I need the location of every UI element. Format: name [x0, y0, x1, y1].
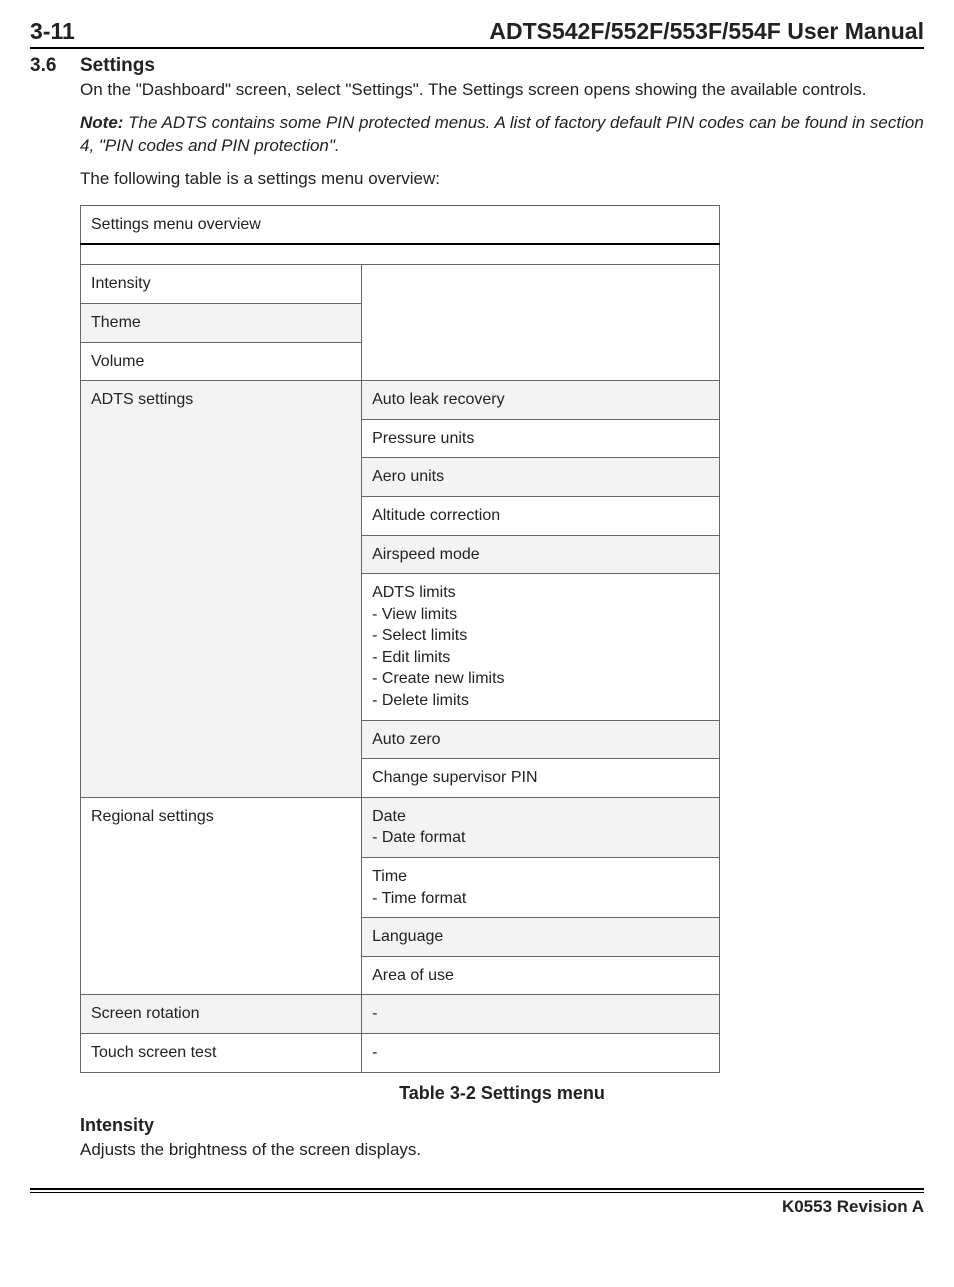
cell-touch-test: Touch screen test — [81, 1034, 362, 1073]
table-header: Settings menu overview — [81, 205, 720, 244]
date-line: - Date format — [372, 827, 709, 849]
time-line: Time — [372, 866, 709, 888]
cell-regional-settings: Regional settings — [81, 797, 362, 995]
cell-date: Date - Date format — [362, 797, 720, 857]
cell-area-of-use: Area of use — [362, 956, 720, 995]
page-header: 3-11 ADTS542F/552F/553F/554F User Manual — [30, 18, 924, 47]
lead-in-paragraph: The following table is a settings menu o… — [80, 168, 924, 191]
cell-change-pin: Change supervisor PIN — [362, 759, 720, 798]
cell-time: Time - Time format — [362, 858, 720, 918]
cell-adts-settings: ADTS settings — [81, 381, 362, 798]
limits-line: - Create new limits — [372, 668, 709, 690]
limits-line: - Select limits — [372, 625, 709, 647]
cell-theme: Theme — [81, 303, 362, 342]
limits-line: - Edit limits — [372, 647, 709, 669]
revision-text: K0553 Revision A — [30, 1197, 924, 1217]
cell-screen-rotation-val: - — [362, 995, 720, 1034]
section-heading: 3.6 Settings — [30, 55, 924, 77]
limits-line: ADTS limits — [372, 582, 709, 604]
limits-line: - View limits — [372, 604, 709, 626]
note-text: The ADTS contains some PIN protected men… — [80, 113, 924, 155]
cell-intensity: Intensity — [81, 265, 362, 304]
cell-airspeed-mode: Airspeed mode — [362, 535, 720, 574]
cell-adts-limits: ADTS limits - View limits - Select limit… — [362, 574, 720, 721]
settings-table: Settings menu overview Intensity Theme V… — [80, 205, 720, 1073]
date-line: Date — [372, 806, 709, 828]
cell-language: Language — [362, 918, 720, 957]
cell-auto-leak: Auto leak recovery — [362, 381, 720, 420]
note-label: Note: — [80, 113, 123, 132]
cell-volume: Volume — [81, 342, 362, 381]
section-number: 3.6 — [30, 55, 80, 77]
cell-altitude-correction: Altitude correction — [362, 496, 720, 535]
limits-line: - Delete limits — [372, 690, 709, 712]
cell-pressure-units: Pressure units — [362, 419, 720, 458]
page-number: 3-11 — [30, 18, 75, 45]
note-paragraph: Note: The ADTS contains some PIN protect… — [80, 112, 924, 158]
cell-aero-units: Aero units — [362, 458, 720, 497]
intensity-heading: Intensity — [80, 1113, 924, 1137]
manual-title: ADTS542F/552F/553F/554F User Manual — [489, 18, 924, 45]
time-line: - Time format — [372, 888, 709, 910]
cell-blank-group — [362, 265, 720, 381]
table-caption: Table 3-2 Settings menu — [80, 1081, 924, 1105]
cell-touch-test-val: - — [362, 1034, 720, 1073]
cell-screen-rotation: Screen rotation — [81, 995, 362, 1034]
intro-paragraph: On the "Dashboard" screen, select "Setti… — [80, 79, 924, 102]
cell-auto-zero: Auto zero — [362, 720, 720, 759]
page-footer: K0553 Revision A — [0, 1182, 954, 1233]
intensity-text: Adjusts the brightness of the screen dis… — [80, 1139, 924, 1162]
section-title: Settings — [80, 55, 155, 77]
